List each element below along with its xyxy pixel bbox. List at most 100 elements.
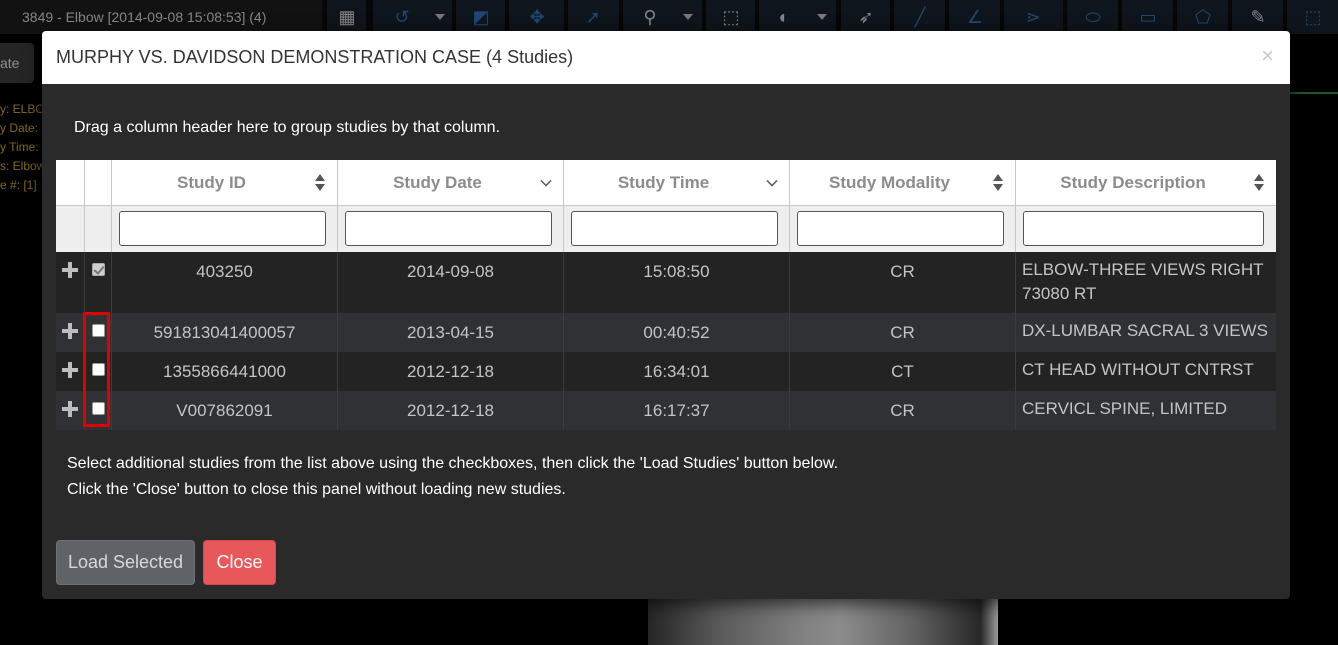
study-checkbox[interactable] <box>92 363 105 376</box>
select-column-header <box>85 160 112 206</box>
study-time-cell: 16:17:37 <box>564 391 790 430</box>
study-id: 403250 <box>196 262 253 281</box>
filter-cell <box>338 206 564 252</box>
filter-input-study-description[interactable] <box>1023 211 1264 246</box>
load-selected-button[interactable]: Load Selected <box>56 540 195 585</box>
study-modality: CR <box>890 401 915 420</box>
table-row[interactable]: 1355866441000 2012-12-18 16:34:01 CT CT … <box>56 352 1276 391</box>
study-id: 591813041400057 <box>153 323 296 342</box>
chevron-down-icon[interactable] <box>540 175 552 187</box>
study-checkbox[interactable] <box>92 402 105 415</box>
study-time-cell: 16:34:01 <box>564 352 790 391</box>
study-description-cell: ELBOW-THREE VIEWS RIGHT 73080 RT <box>1016 252 1276 313</box>
study-date: 2014-09-08 <box>407 262 494 281</box>
study-description: CERVICL SPINE, LIMITED <box>1022 399 1227 418</box>
group-by-drop-zone[interactable]: Drag a column header here to group studi… <box>74 119 500 137</box>
filter-input-study-time[interactable] <box>571 211 778 246</box>
study-id: V007862091 <box>176 401 273 420</box>
table-row[interactable]: 403250 2014-09-08 15:08:50 CR ELBOW-THRE… <box>56 252 1276 313</box>
grid-header-row: Study ID Study Date Study Time Study Mod… <box>56 160 1276 206</box>
select-cell <box>85 352 112 391</box>
plus-icon[interactable] <box>62 262 78 278</box>
study-id-cell: 1355866441000 <box>112 352 338 391</box>
sort-icon[interactable] <box>1254 174 1264 192</box>
study-modality: CR <box>890 323 915 342</box>
modal-title: MURPHY VS. DAVIDSON DEMONSTRATION CASE (… <box>56 47 574 67</box>
filter-spacer <box>56 206 85 252</box>
column-header-label: Study Date <box>393 173 482 192</box>
column-header-study-id[interactable]: Study ID <box>112 160 338 206</box>
study-modality: CR <box>890 262 915 281</box>
study-date-cell: 2014-09-08 <box>338 252 564 313</box>
expand-cell <box>56 352 85 391</box>
column-header-label: Study Modality <box>829 173 950 192</box>
study-time: 15:08:50 <box>643 262 710 281</box>
study-modality-cell: CT <box>790 352 1016 391</box>
select-cell <box>85 313 112 352</box>
table-row[interactable]: V007862091 2012-12-18 16:17:37 CR CERVIC… <box>56 391 1276 430</box>
study-modality: CT <box>891 362 914 381</box>
study-date: 2012-12-18 <box>407 362 494 381</box>
plus-icon[interactable] <box>62 362 78 378</box>
filter-spacer <box>85 206 112 252</box>
column-header-study-description[interactable]: Study Description <box>1016 160 1276 206</box>
column-header-label: Study ID <box>177 173 246 192</box>
study-modality-cell: CR <box>790 391 1016 430</box>
filter-cell <box>790 206 1016 252</box>
filter-input-study-id[interactable] <box>119 211 326 246</box>
study-description: CT HEAD WITHOUT CNTRST <box>1022 360 1254 379</box>
filter-input-study-date[interactable] <box>345 211 552 246</box>
filter-input-study-modality[interactable] <box>797 211 1004 246</box>
studies-grid: Study ID Study Date Study Time Study Mod… <box>56 160 1276 430</box>
sort-icon[interactable] <box>993 174 1003 192</box>
sort-icon[interactable] <box>315 174 325 192</box>
study-description-cell: CT HEAD WITHOUT CNTRST <box>1016 352 1276 391</box>
study-selection-modal: MURPHY VS. DAVIDSON DEMONSTRATION CASE (… <box>42 31 1290 599</box>
study-date-cell: 2013-04-15 <box>338 313 564 352</box>
expand-column-header <box>56 160 85 206</box>
expand-cell <box>56 313 85 352</box>
study-description-cell: CERVICL SPINE, LIMITED <box>1016 391 1276 430</box>
study-id-cell: 403250 <box>112 252 338 313</box>
filter-cell <box>1016 206 1276 252</box>
column-header-study-time[interactable]: Study Time <box>564 160 790 206</box>
filter-cell <box>112 206 338 252</box>
expand-cell <box>56 252 85 313</box>
table-row[interactable]: 591813041400057 2013-04-15 00:40:52 CR D… <box>56 313 1276 352</box>
study-date-cell: 2012-12-18 <box>338 352 564 391</box>
study-id: 1355866441000 <box>163 362 286 381</box>
grid-filter-row <box>56 206 1276 252</box>
column-header-study-modality[interactable]: Study Modality <box>790 160 1016 206</box>
instruction-line: Select additional studies from the list … <box>67 455 839 472</box>
study-time-cell: 15:08:50 <box>564 252 790 313</box>
close-button[interactable]: Close <box>203 540 276 585</box>
select-cell <box>85 391 112 430</box>
study-date: 2012-12-18 <box>407 401 494 420</box>
expand-cell <box>56 391 85 430</box>
filter-cell <box>564 206 790 252</box>
study-checkbox[interactable] <box>92 263 105 276</box>
select-cell <box>85 252 112 313</box>
column-header-label: Study Description <box>1060 173 1206 192</box>
plus-icon[interactable] <box>62 401 78 417</box>
study-time: 16:34:01 <box>643 362 710 381</box>
study-description: ELBOW-THREE VIEWS RIGHT 73080 RT <box>1022 260 1264 303</box>
modal-header: MURPHY VS. DAVIDSON DEMONSTRATION CASE (… <box>42 31 1290 84</box>
instructions: Select additional studies from the list … <box>67 451 838 503</box>
study-checkbox[interactable] <box>92 324 105 337</box>
instruction-line: Click the 'Close' button to close this p… <box>67 481 566 498</box>
chevron-down-icon[interactable] <box>766 175 778 187</box>
close-icon[interactable]: × <box>1261 45 1274 67</box>
study-modality-cell: CR <box>790 252 1016 313</box>
study-id-cell: V007862091 <box>112 391 338 430</box>
column-header-label: Study Time <box>617 173 710 192</box>
study-time: 00:40:52 <box>643 323 710 342</box>
study-id-cell: 591813041400057 <box>112 313 338 352</box>
study-time-cell: 00:40:52 <box>564 313 790 352</box>
study-description: DX-LUMBAR SACRAL 3 VIEWS <box>1022 321 1268 340</box>
column-header-study-date[interactable]: Study Date <box>338 160 564 206</box>
study-date: 2013-04-15 <box>407 323 494 342</box>
study-date-cell: 2012-12-18 <box>338 391 564 430</box>
study-time: 16:17:37 <box>643 401 710 420</box>
plus-icon[interactable] <box>62 323 78 339</box>
